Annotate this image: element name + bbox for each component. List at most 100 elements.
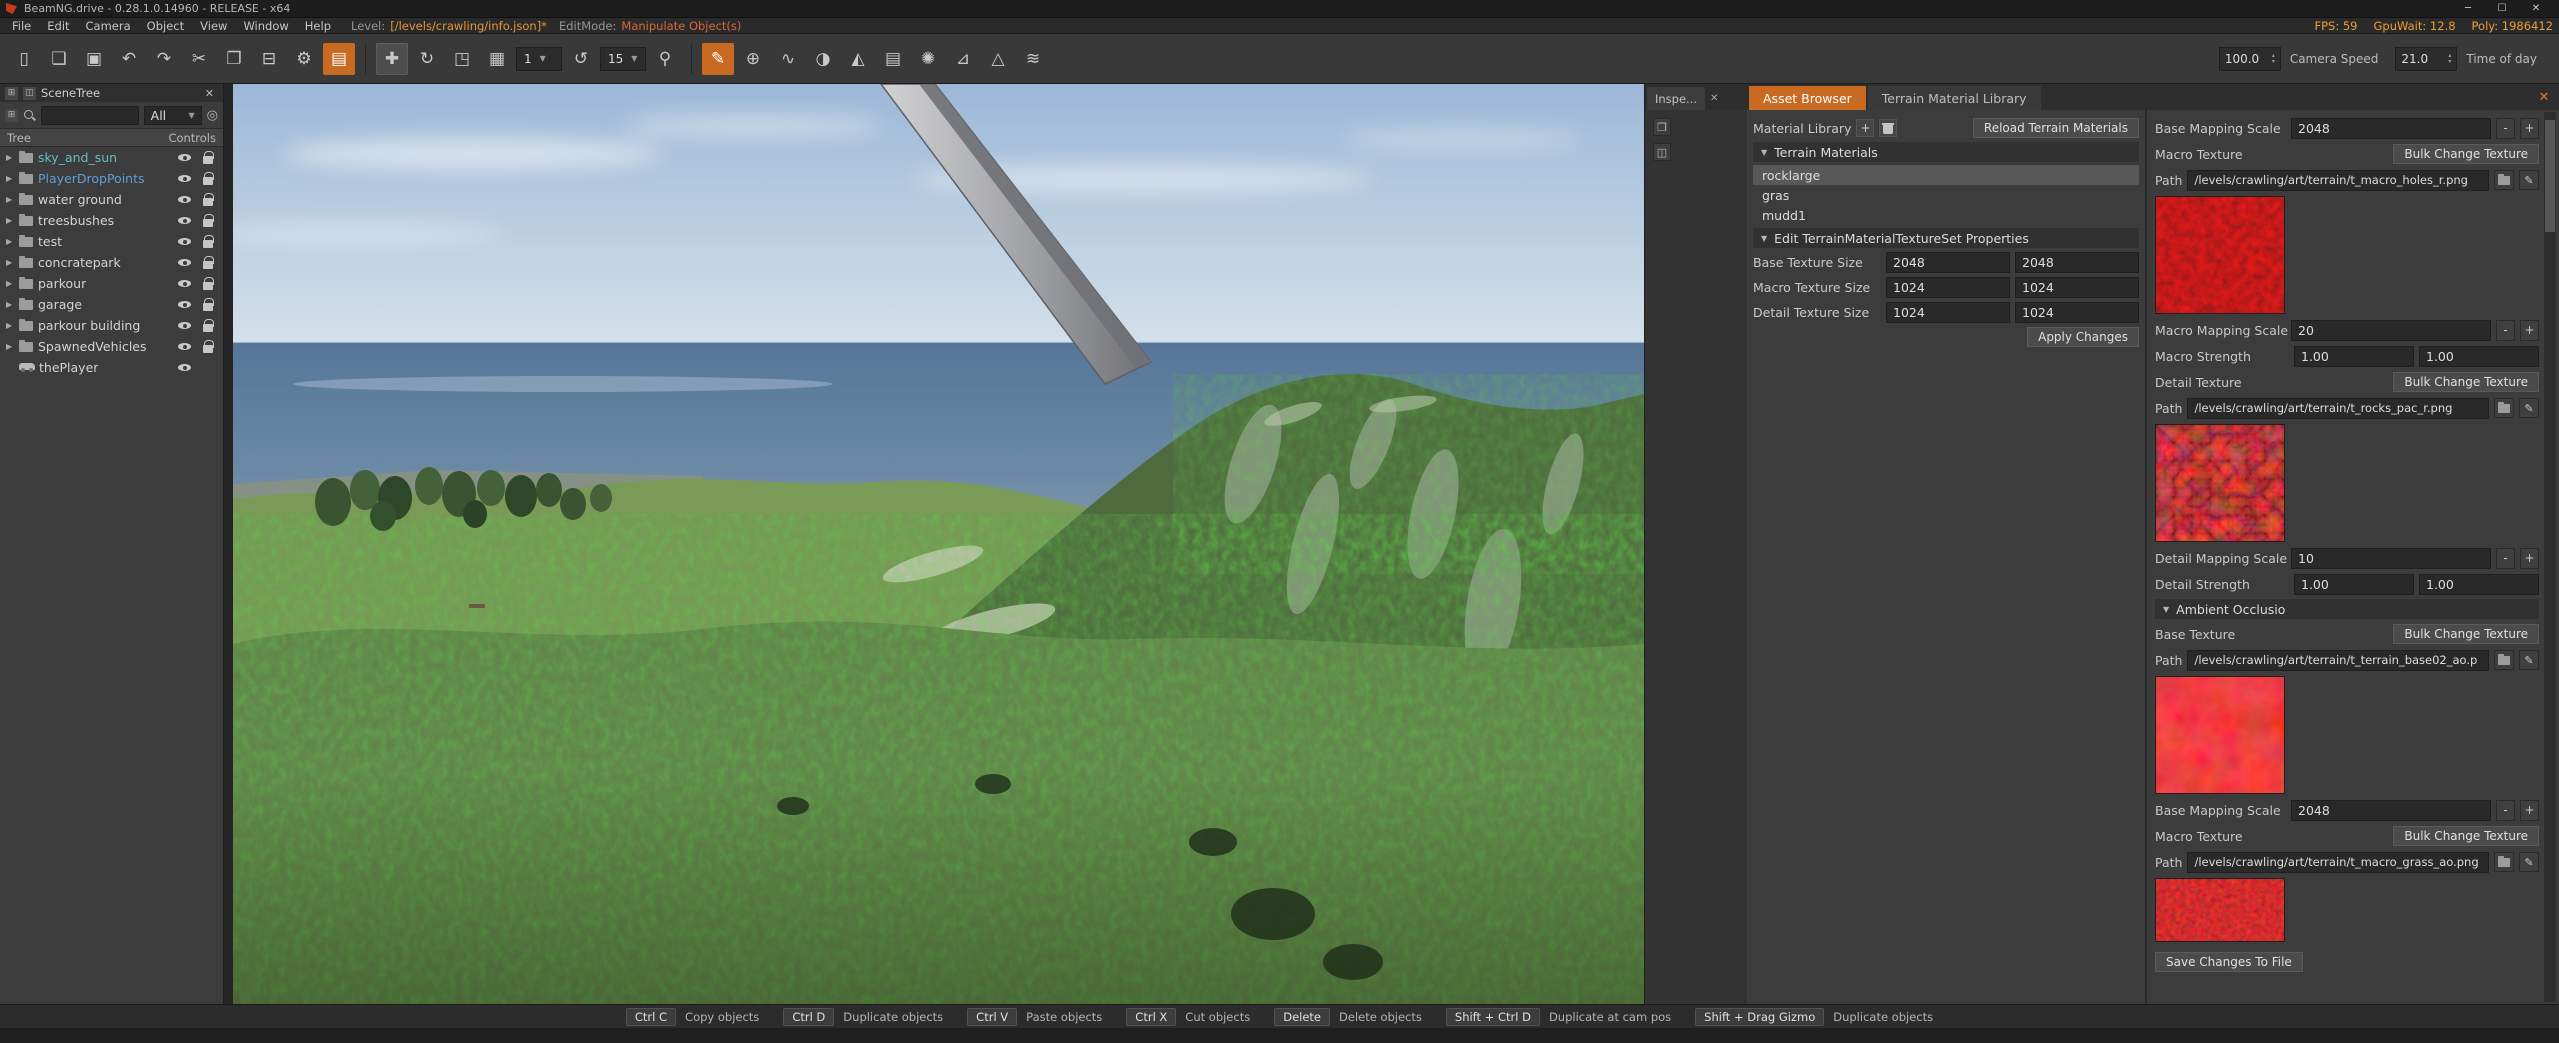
increment-button[interactable]: +	[2520, 800, 2539, 821]
visibility-eye-icon[interactable]	[178, 193, 191, 206]
lock-icon[interactable]	[203, 235, 213, 248]
decrement-button[interactable]: -	[2496, 320, 2515, 341]
tree-row[interactable]: ▶parkour	[0, 273, 223, 294]
spinner-icon[interactable]: ▴▾	[2448, 53, 2451, 65]
open-file-button[interactable]	[2494, 398, 2514, 418]
save-changes-button[interactable]: Save Changes To File	[2155, 952, 2303, 972]
world-editor-icon[interactable]: ▤	[323, 43, 355, 75]
menu-edit[interactable]: Edit	[39, 19, 77, 33]
panel-list-icon[interactable]: ◫	[23, 87, 36, 100]
expand-arrow-icon[interactable]: ▶	[6, 258, 19, 267]
tab-terrain-material-library[interactable]: Terrain Material Library	[1868, 86, 2041, 110]
scale-input[interactable]: 2048	[2291, 118, 2491, 139]
scenetree-close-icon[interactable]: ✕	[201, 87, 218, 100]
lock-icon[interactable]	[203, 319, 213, 332]
search-input[interactable]	[41, 106, 139, 125]
level-value[interactable]: [/levels/crawling/info.json]*	[390, 19, 547, 33]
scale-input[interactable]: 2048	[2291, 800, 2491, 821]
lock-icon[interactable]	[203, 214, 213, 227]
texture-size-input-2[interactable]: 1024	[2015, 277, 2139, 298]
settings-icon[interactable]: ⚙	[288, 43, 320, 75]
tree-row[interactable]: ▶sky_and_sun	[0, 147, 223, 168]
expand-arrow-icon[interactable]: ▶	[6, 237, 19, 246]
material-list-item[interactable]: mudd1	[1753, 205, 2139, 225]
flatten-icon[interactable]: ✺	[912, 43, 944, 75]
expand-arrow-icon[interactable]: ▶	[6, 300, 19, 309]
viewport-3d-scene[interactable]	[233, 84, 1644, 1004]
path-input[interactable]: /levels/crawling/art/terrain/t_macro_hol…	[2187, 170, 2489, 191]
expand-arrow-icon[interactable]: ▶	[6, 216, 19, 225]
maximize-button[interactable]: ☐	[2485, 3, 2519, 14]
redo-icon[interactable]: ↷	[148, 43, 180, 75]
inspector-close-icon[interactable]: ✕	[1705, 87, 1723, 110]
section-header[interactable]: ▼Ambient Occlusio	[2155, 599, 2539, 619]
tree-row[interactable]: ▶SpawnedVehicles	[0, 336, 223, 357]
viewport[interactable]	[233, 84, 1644, 1004]
tree-row[interactable]: ▶test	[0, 231, 223, 252]
decrement-button[interactable]: -	[2496, 548, 2515, 569]
lock-icon[interactable]	[203, 151, 213, 164]
cut-icon[interactable]: ✂	[183, 43, 215, 75]
menu-camera[interactable]: Camera	[78, 19, 139, 33]
decrement-button[interactable]: -	[2496, 118, 2515, 139]
increment-button[interactable]: +	[2520, 548, 2539, 569]
bulk-change-texture-button[interactable]: Bulk Change Texture	[2393, 624, 2539, 644]
menu-object[interactable]: Object	[139, 19, 192, 33]
menu-help[interactable]: Help	[297, 19, 339, 33]
paste-icon[interactable]: ⊟	[253, 43, 285, 75]
undo-icon[interactable]: ↶	[113, 43, 145, 75]
path-input[interactable]: /levels/crawling/art/terrain/t_terrain_b…	[2187, 650, 2489, 671]
visibility-eye-icon[interactable]	[178, 298, 191, 311]
visibility-eye-icon[interactable]	[178, 256, 191, 269]
tree-row[interactable]: ▶PlayerDropPoints	[0, 168, 223, 189]
tab-inspector[interactable]: Inspe...	[1647, 87, 1705, 110]
snap-grid-icon[interactable]: ▦	[481, 43, 513, 75]
open-folder-icon[interactable]: ❏	[43, 43, 75, 75]
visibility-eye-icon[interactable]	[178, 235, 191, 248]
mountain-icon[interactable]: △	[982, 43, 1014, 75]
target-icon[interactable]: ◎	[207, 108, 218, 123]
texture-preview[interactable]	[2155, 424, 2539, 542]
paint-brush-icon[interactable]: ✎	[702, 43, 734, 75]
panel-splitter[interactable]	[224, 84, 233, 1004]
visibility-eye-icon[interactable]	[178, 214, 191, 227]
material-list-item[interactable]: rocklarge	[1753, 165, 2139, 185]
visibility-eye-icon[interactable]	[178, 172, 191, 185]
expand-arrow-icon[interactable]: ▶	[6, 279, 19, 288]
menu-file[interactable]: File	[4, 19, 39, 33]
open-file-button[interactable]	[2494, 170, 2514, 190]
time-of-day-input[interactable]: 21.0 ▴▾	[2395, 47, 2457, 71]
slope-icon[interactable]: ⊿	[947, 43, 979, 75]
visibility-eye-icon[interactable]	[178, 361, 191, 374]
rotate-icon[interactable]: ↻	[411, 43, 443, 75]
strength-input-2[interactable]: 1.00	[2419, 574, 2539, 595]
scale-input[interactable]: 20	[2291, 320, 2491, 341]
raise-terrain-icon[interactable]: ◭	[842, 43, 874, 75]
open-file-button[interactable]	[2494, 650, 2514, 670]
strength-input-2[interactable]: 1.00	[2419, 346, 2539, 367]
open-file-button[interactable]	[2494, 852, 2514, 872]
lock-icon[interactable]	[203, 193, 213, 206]
lock-icon[interactable]	[203, 298, 213, 311]
increment-button[interactable]: +	[2520, 118, 2539, 139]
panel-menu-icon[interactable]: ⊞	[5, 87, 18, 100]
drop-player-icon[interactable]: ⚲	[649, 43, 681, 75]
pop-out-icon[interactable]: ❐	[1653, 118, 1671, 136]
dock-close-icon[interactable]: ✕	[2529, 90, 2559, 105]
save-icon[interactable]: ▣	[78, 43, 110, 75]
snap-size-dropdown[interactable]: 1▼	[516, 47, 562, 71]
rotate-snap-dropdown[interactable]: 15▼	[600, 47, 646, 71]
layers-icon[interactable]: ▤	[877, 43, 909, 75]
texture-size-input-2[interactable]: 2048	[2015, 252, 2139, 273]
bulk-change-texture-button[interactable]: Bulk Change Texture	[2393, 826, 2539, 846]
tree-row[interactable]: ▶garage	[0, 294, 223, 315]
filter-box-icon[interactable]: ⊞	[5, 109, 18, 122]
expand-arrow-icon[interactable]: ▶	[6, 195, 19, 204]
texture-preview[interactable]	[2155, 676, 2539, 794]
bulk-change-texture-button[interactable]: Bulk Change Texture	[2393, 372, 2539, 392]
new-file-icon[interactable]: ▯	[8, 43, 40, 75]
lock-icon[interactable]	[203, 277, 213, 290]
copy-icon[interactable]: ❐	[218, 43, 250, 75]
tree-row[interactable]: ▶water ground	[0, 189, 223, 210]
mesh-road-icon[interactable]: ≋	[1017, 43, 1049, 75]
